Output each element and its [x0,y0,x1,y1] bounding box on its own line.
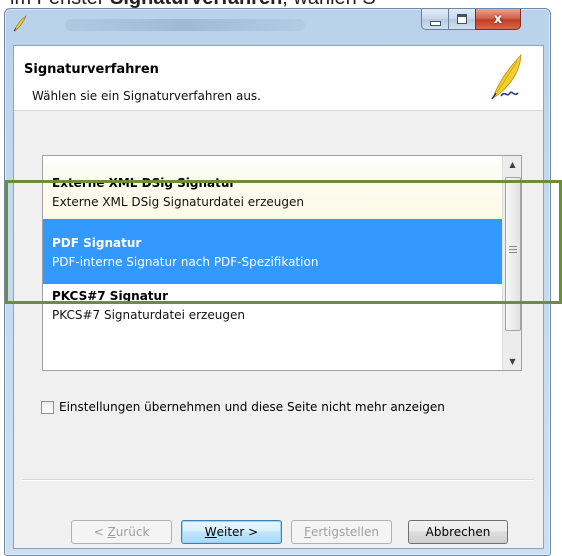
close-icon: x [493,11,503,27]
back-button-mnemonic: Z [107,525,116,539]
maximize-icon [457,14,467,24]
close-button[interactable]: x [475,9,521,30]
list-item-description: PKCS#7 Signaturdatei erzeugen [52,308,245,322]
cancel-button[interactable]: Abbrechen [408,520,508,544]
back-button[interactable]: < Zurück [71,520,172,544]
annotation-highlight-box [5,180,562,304]
next-button-mnemonic: W [204,525,217,539]
wizard-header: Signaturverfahren Wählen sie ein Signatu… [14,46,543,111]
finish-button[interactable]: Fertigstellen [291,520,392,544]
page-subtitle: Wählen sie ein Signaturverfahren aus. [32,89,261,103]
page-title: Signaturverfahren [24,62,159,77]
remember-settings-row[interactable]: Einstellungen übernehmen und diese Seite… [41,400,445,414]
next-button[interactable]: Weiter > [181,520,282,544]
scroll-down-arrow-icon[interactable]: ▼ [505,353,520,370]
minimize-icon [429,20,441,26]
back-button-prefix: < [93,525,108,539]
finish-button-mnemonic: F [304,525,311,539]
quill-icon [13,15,27,32]
wizard-footer: < Zurück Weiter > Fertigstellen Abbreche… [14,479,543,548]
next-button-rest: eiter > [216,525,259,539]
title-bar[interactable]: x [5,9,550,45]
remember-settings-checkbox[interactable] [41,400,54,414]
footer-divider [22,479,534,481]
remember-settings-label[interactable]: Einstellungen übernehmen und diese Seite… [59,400,445,414]
scroll-up-arrow-icon[interactable]: ▲ [505,156,520,173]
finish-button-rest: ertigstellen [310,525,379,539]
title-text-blurred [65,19,305,31]
back-button-rest: urück [115,525,150,539]
minimize-button[interactable] [421,9,449,30]
maximize-button[interactable] [448,9,476,30]
quill-logo-icon [491,53,522,100]
